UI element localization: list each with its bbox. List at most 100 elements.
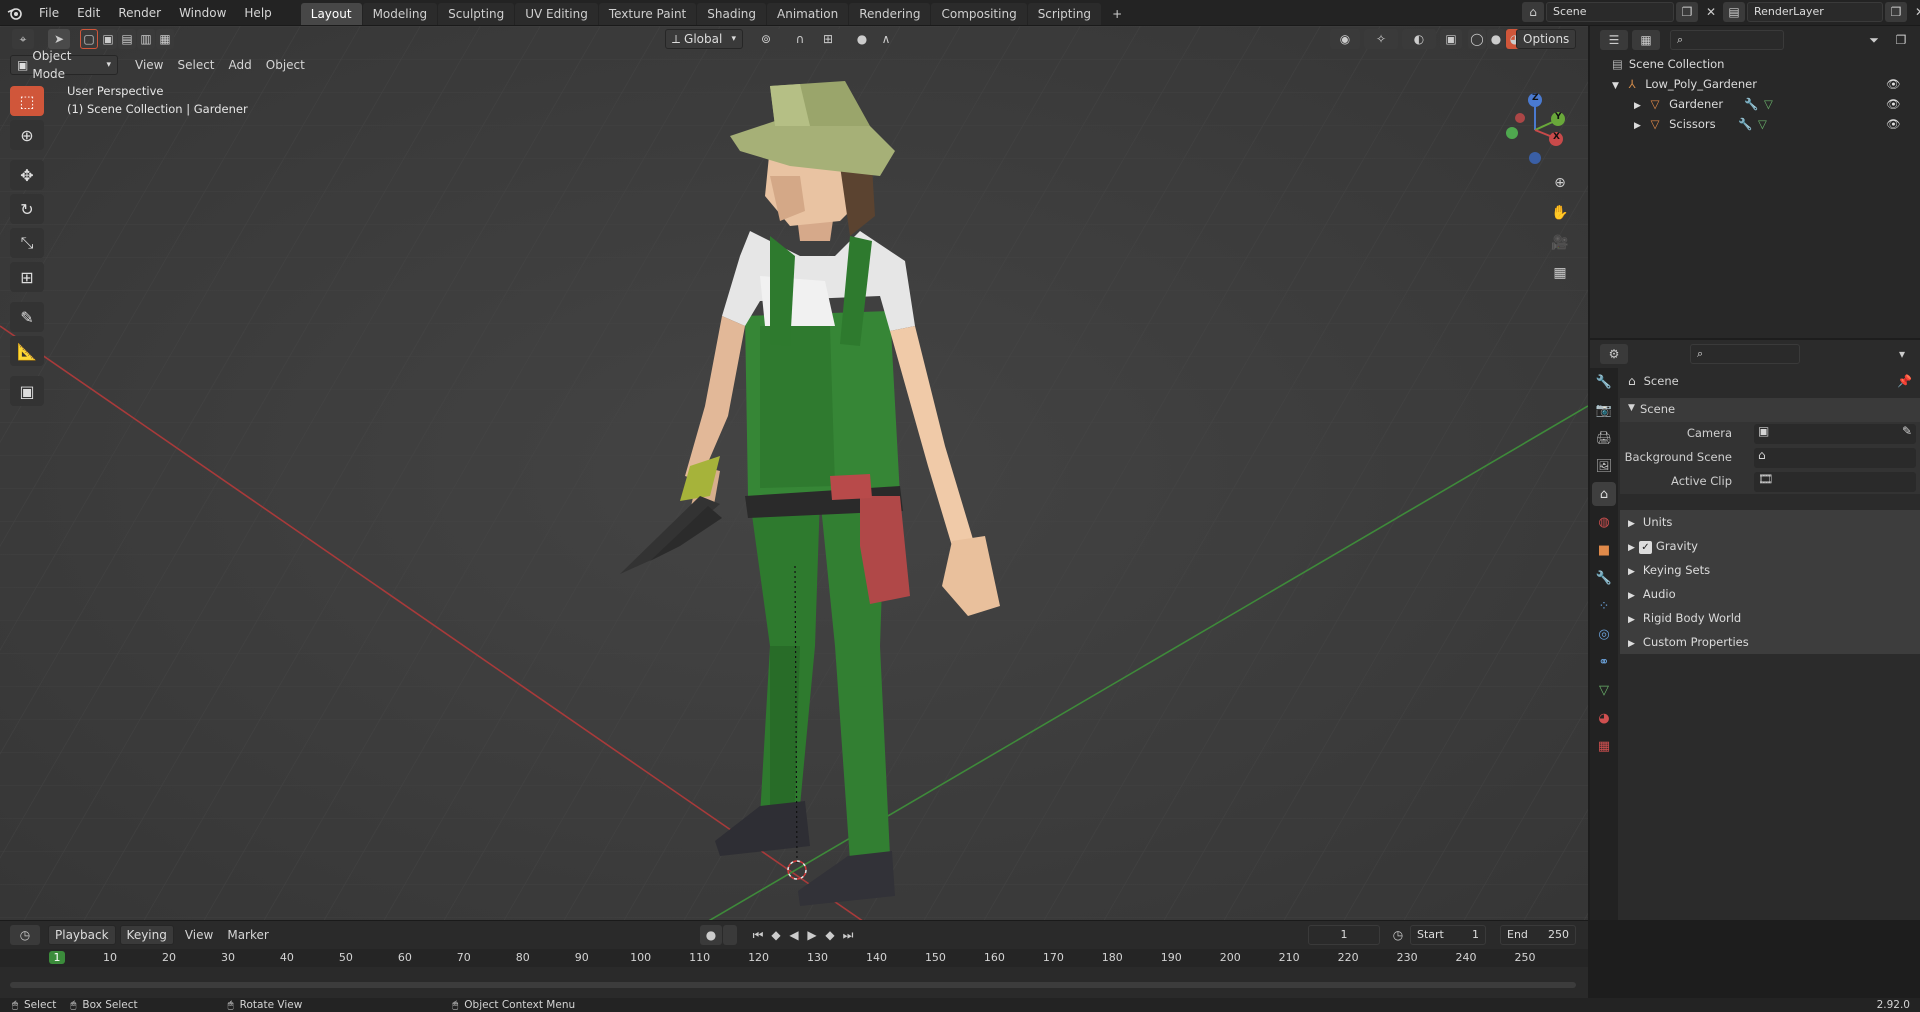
collapse-arrow-icon[interactable]: ▼ bbox=[1612, 81, 1619, 91]
keying-menu[interactable]: Keying bbox=[119, 925, 174, 945]
select-invert-icon[interactable]: ▥ bbox=[137, 29, 155, 49]
camera-view-icon[interactable]: 🎥 bbox=[1548, 231, 1572, 255]
next-keyframe-icon[interactable]: ◆ bbox=[821, 925, 839, 945]
editor-type-icon[interactable]: ⌖ bbox=[12, 29, 34, 49]
outliner-item-scissors[interactable]: ▶ ▽ Scissors 🔧 ▽ 👁 bbox=[1634, 114, 1912, 134]
menu-view[interactable]: View bbox=[128, 55, 170, 75]
mesh-data-icon[interactable]: ▽ bbox=[1764, 94, 1773, 114]
physics-tab-icon[interactable]: ◎ bbox=[1592, 622, 1616, 646]
object-tab-icon[interactable]: ■ bbox=[1592, 538, 1616, 562]
play-reverse-icon[interactable]: ◀ bbox=[785, 925, 803, 945]
active-clip-field[interactable]: 🎞 bbox=[1754, 472, 1916, 492]
select-box-icon[interactable]: ⬚ bbox=[10, 86, 44, 116]
select-mode-icon[interactable]: ➤ bbox=[48, 29, 70, 49]
prev-keyframe-icon[interactable]: ◆ bbox=[767, 925, 785, 945]
modifier-tab-icon[interactable]: 🔧 bbox=[1592, 566, 1616, 590]
material-tab-icon[interactable]: ◕ bbox=[1592, 706, 1616, 730]
playback-menu[interactable]: Playback bbox=[48, 925, 116, 945]
navigation-gizmo[interactable] bbox=[1495, 88, 1565, 168]
proportional-edit-icon[interactable]: ● bbox=[851, 29, 873, 49]
menu-render[interactable]: Render bbox=[109, 0, 170, 26]
play-icon[interactable]: ▶ bbox=[803, 925, 821, 945]
shading-wireframe-icon[interactable]: ◯ bbox=[1468, 29, 1486, 49]
modifier-wrench-icon[interactable]: 🔧 bbox=[1738, 114, 1752, 134]
view-layer-selector[interactable]: ▤ RenderLayer ❐ ✕ bbox=[1723, 2, 1920, 22]
scene-selector[interactable]: ⌂ Scene ❐ ✕ bbox=[1522, 2, 1722, 22]
pivot-icon[interactable]: ⊚ bbox=[751, 29, 781, 49]
render-tab-icon[interactable]: 📷 bbox=[1592, 398, 1616, 422]
zoom-icon[interactable]: ⊕ bbox=[1548, 171, 1572, 195]
object-mode-dropdown[interactable]: ▣ Object Mode ▾ bbox=[10, 49, 118, 81]
display-mode-icon[interactable]: ▦ bbox=[1632, 30, 1660, 50]
record-options-icon[interactable] bbox=[723, 925, 737, 945]
timeline-view-menu[interactable]: View bbox=[178, 925, 220, 945]
mesh-data-icon[interactable]: ▽ bbox=[1758, 114, 1767, 134]
properties-options-icon[interactable]: ▾ bbox=[1892, 344, 1912, 364]
visibility-icon[interactable]: ◉ bbox=[1330, 29, 1360, 49]
shading-solid-icon[interactable]: ● bbox=[1487, 29, 1505, 49]
start-frame-field[interactable]: Start 1 bbox=[1410, 925, 1486, 945]
outliner-root[interactable]: ▤ Scene Collection bbox=[1612, 54, 1724, 74]
subpanel-rigid-body-world[interactable]: ▶ Rigid Body World bbox=[1628, 606, 1918, 630]
filter-icon[interactable]: ⏷ bbox=[1860, 30, 1888, 50]
delete-scene-icon[interactable]: ✕ bbox=[1700, 2, 1722, 22]
orientation-dropdown[interactable]: ⟂ Global ▾ bbox=[665, 29, 743, 49]
scene-name-field[interactable]: Scene bbox=[1546, 2, 1674, 22]
snap-icon[interactable]: ∩ bbox=[789, 29, 811, 49]
tab-modeling[interactable]: Modeling bbox=[362, 3, 438, 25]
annotate-icon[interactable]: ✎ bbox=[10, 302, 44, 332]
outliner-item-gardener[interactable]: ▶ ▽ Gardener 🔧 ▽ 👁 bbox=[1634, 94, 1912, 114]
record-icon[interactable]: ● bbox=[700, 925, 722, 945]
new-scene-icon[interactable]: ❐ bbox=[1676, 2, 1698, 22]
select-extend-icon[interactable]: ▣ bbox=[99, 29, 117, 49]
preview-range-icon[interactable]: ◷ bbox=[1388, 925, 1408, 945]
output-tab-icon[interactable]: 🖨 bbox=[1592, 426, 1616, 450]
menu-help[interactable]: Help bbox=[235, 0, 280, 26]
scene-panel-header[interactable]: ▼ Scene bbox=[1620, 398, 1920, 422]
eye-icon[interactable]: 👁 bbox=[1886, 94, 1901, 114]
outliner-search-input[interactable]: ⌕ bbox=[1670, 30, 1784, 50]
scale-icon[interactable]: ⤡ bbox=[10, 228, 44, 258]
delete-view-layer-icon[interactable]: ✕ bbox=[1909, 2, 1920, 22]
new-view-layer-icon[interactable]: ❐ bbox=[1885, 2, 1907, 22]
select-new-icon[interactable]: ▢ bbox=[80, 29, 98, 49]
eye-icon[interactable]: 👁 bbox=[1886, 114, 1901, 134]
pin-icon[interactable]: 📌 bbox=[1897, 374, 1912, 388]
menu-window[interactable]: Window bbox=[170, 0, 235, 26]
menu-object[interactable]: Object bbox=[259, 55, 312, 75]
marker-menu[interactable]: Marker bbox=[220, 925, 275, 945]
tab-compositing[interactable]: Compositing bbox=[931, 3, 1027, 25]
tab-layout[interactable]: Layout bbox=[300, 3, 362, 25]
gizmo-toggle-icon[interactable]: ✧ bbox=[1364, 29, 1398, 49]
menu-edit[interactable]: Edit bbox=[68, 0, 109, 26]
subpanel-custom-properties[interactable]: ▶ Custom Properties bbox=[1628, 630, 1918, 654]
measure-icon[interactable]: 📐 bbox=[10, 336, 44, 366]
new-collection-icon[interactable]: ❐ bbox=[1890, 30, 1912, 50]
falloff-icon[interactable]: ∧ bbox=[875, 29, 897, 49]
constraints-tab-icon[interactable]: ⚭ bbox=[1592, 650, 1616, 674]
data-tab-icon[interactable]: ▽ bbox=[1592, 678, 1616, 702]
subpanel-units[interactable]: ▶ Units bbox=[1628, 510, 1918, 534]
pan-hand-icon[interactable]: ✋ bbox=[1548, 201, 1572, 225]
current-frame-field[interactable]: 1 bbox=[1308, 925, 1380, 945]
timeline-scrollbar[interactable] bbox=[10, 982, 1576, 988]
camera-field[interactable]: ▣ ✎ bbox=[1754, 424, 1916, 444]
end-frame-field[interactable]: End 250 bbox=[1500, 925, 1576, 945]
view-layer-icon[interactable]: ▤ bbox=[1723, 2, 1745, 22]
move-icon[interactable]: ✥ bbox=[10, 160, 44, 190]
add-workspace-button[interactable]: + bbox=[1102, 3, 1132, 25]
particles-tab-icon[interactable]: ⁘ bbox=[1592, 594, 1616, 618]
rotate-icon[interactable]: ↻ bbox=[10, 194, 44, 224]
menu-file[interactable]: File bbox=[30, 0, 68, 26]
eyedropper-icon[interactable]: ✎ bbox=[1902, 424, 1912, 438]
current-frame-marker[interactable]: 1 bbox=[49, 951, 65, 964]
overlays-icon[interactable]: ◐ bbox=[1402, 29, 1436, 49]
tab-animation[interactable]: Animation bbox=[767, 3, 849, 25]
background-scene-field[interactable]: ⌂ bbox=[1754, 448, 1916, 468]
scene-tab-icon[interactable]: ⌂ bbox=[1592, 482, 1616, 506]
3d-viewport[interactable]: User Perspective (1) Scene Collection | … bbox=[0, 26, 1588, 920]
tab-sculpting[interactable]: Sculpting bbox=[438, 3, 515, 25]
view-layer-tab-icon[interactable]: 🖼 bbox=[1592, 454, 1616, 478]
modifier-wrench-icon[interactable]: 🔧 bbox=[1744, 94, 1758, 114]
tab-scripting[interactable]: Scripting bbox=[1027, 3, 1102, 25]
